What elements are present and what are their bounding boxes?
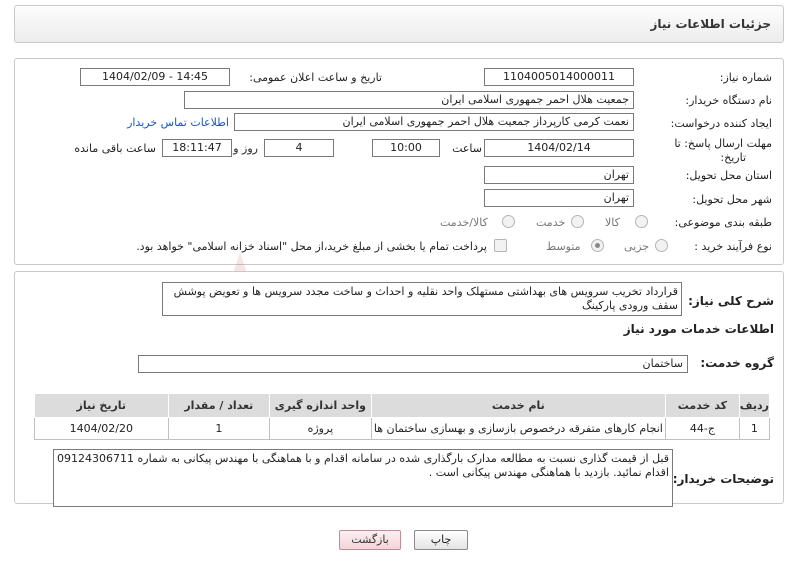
col-service-code: کد خدمت bbox=[665, 393, 740, 418]
treasury-payment-checkbox[interactable] bbox=[494, 239, 507, 252]
buyer-notes-label: توضیحات خریدار: bbox=[672, 472, 774, 486]
process-type-label: نوع فرآیند خرید : bbox=[694, 240, 772, 253]
services-table-header: ردیف کد خدمت نام خدمت واحد اندازه گیری ت… bbox=[34, 393, 771, 418]
cell-service-code: ج-44 bbox=[665, 417, 740, 440]
back-button[interactable]: بازگشت bbox=[339, 530, 401, 550]
print-button[interactable]: چاپ bbox=[414, 530, 468, 550]
summary-label: شرح کلی نیاز: bbox=[688, 294, 774, 308]
col-unit: واحد اندازه گیری bbox=[269, 393, 372, 418]
cell-quantity: 1 bbox=[167, 417, 271, 440]
city-label: شهر محل تحویل: bbox=[692, 193, 772, 206]
category-radio-goods[interactable] bbox=[635, 215, 648, 228]
page-title: جزئیات اطلاعات نیاز bbox=[650, 17, 771, 31]
col-need-date: تاریخ نیاز bbox=[34, 393, 169, 418]
process-radio-minor[interactable] bbox=[655, 239, 668, 252]
service-group-field: ساختمان bbox=[138, 355, 688, 373]
announce-datetime-label: تاریخ و ساعت اعلان عمومی: bbox=[249, 71, 382, 84]
category-option-goods: کالا bbox=[605, 216, 620, 229]
days-label: روز و bbox=[233, 142, 258, 155]
cell-row-number: 1 bbox=[738, 417, 771, 440]
col-row-number: ردیف bbox=[738, 393, 771, 418]
buyer-contact-link[interactable]: اطلاعات تماس خریدار bbox=[127, 116, 229, 129]
service-group-label: گروه خدمت: bbox=[700, 356, 774, 370]
remaining-days-field: 4 bbox=[264, 139, 334, 157]
category-label: طبقه بندی موضوعی: bbox=[674, 216, 772, 229]
buyer-notes-textarea[interactable]: قبل از قیمت گذاری نسبت به مطالعه مدارک ب… bbox=[53, 449, 673, 507]
services-section-title: اطلاعات خدمات مورد نیاز bbox=[623, 322, 774, 336]
deadline-date-label: تاریخ: bbox=[720, 151, 746, 164]
cell-need-date: 1404/02/20 bbox=[34, 417, 169, 440]
process-radio-medium[interactable] bbox=[591, 239, 604, 252]
announce-datetime-field: 1404/02/09 - 14:45 bbox=[80, 68, 230, 86]
city-field: تهران bbox=[484, 189, 634, 207]
category-option-service: خدمت bbox=[536, 216, 566, 229]
need-number-label: شماره نیاز: bbox=[719, 71, 772, 84]
need-number-field: 1104005014000011 bbox=[484, 68, 634, 86]
table-row: 1 ج-44 انجام کارهای متفرقه درخصوص بازساز… bbox=[34, 417, 771, 440]
category-option-goods-service: کالا/خدمت bbox=[440, 216, 488, 229]
need-info-panel bbox=[14, 58, 784, 265]
deadline-time-field: 10:00 bbox=[372, 139, 440, 157]
process-option-minor: جزیی bbox=[624, 240, 650, 253]
summary-textarea[interactable]: قرارداد تخریب سرویس های بهداشتی مستهلک و… bbox=[162, 282, 682, 316]
process-option-medium: متوسط bbox=[546, 240, 581, 253]
deadline-time-label: ساعت bbox=[452, 142, 482, 155]
cell-unit: پروژه bbox=[269, 417, 372, 440]
province-field: تهران bbox=[484, 166, 634, 184]
category-radio-goods-service[interactable] bbox=[502, 215, 515, 228]
remaining-time-label: ساعت باقی مانده bbox=[74, 142, 156, 155]
col-service-name: نام خدمت bbox=[370, 393, 667, 418]
creator-field: نعمت کرمی کارپرداز جمعیت هلال احمر جمهور… bbox=[234, 113, 634, 131]
creator-label: ایجاد کننده درخواست: bbox=[670, 117, 772, 130]
cell-service-name: انجام کارهای متفرقه درخصوص بازسازی و بهس… bbox=[370, 417, 667, 440]
province-label: استان محل تحویل: bbox=[685, 169, 772, 182]
page-header: جزئیات اطلاعات نیاز bbox=[14, 5, 784, 43]
services-table: ردیف کد خدمت نام خدمت واحد اندازه گیری ت… bbox=[34, 393, 771, 440]
remaining-time-field: 18:11:47 bbox=[162, 139, 232, 157]
treasury-payment-note: پرداخت تمام یا بخشی از مبلغ خرید،از محل … bbox=[136, 240, 487, 253]
buyer-org-field: جمعیت هلال احمر جمهوری اسلامی ایران bbox=[184, 91, 634, 109]
col-quantity: تعداد / مقدار bbox=[167, 393, 271, 418]
buyer-org-label: نام دستگاه خریدار: bbox=[685, 94, 772, 107]
category-radio-service[interactable] bbox=[571, 215, 584, 228]
deadline-label: مهلت ارسال پاسخ: تا bbox=[674, 137, 772, 150]
deadline-date-field: 1404/02/14 bbox=[484, 139, 634, 157]
